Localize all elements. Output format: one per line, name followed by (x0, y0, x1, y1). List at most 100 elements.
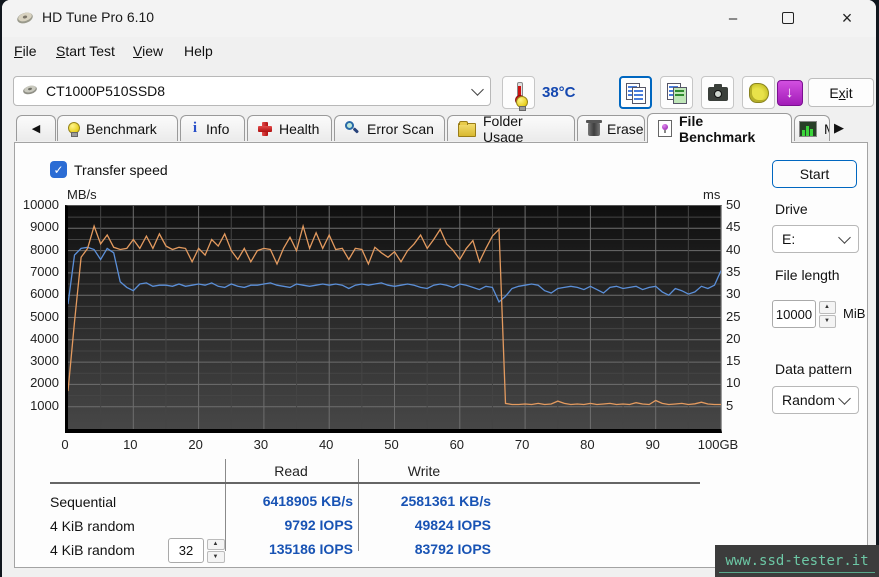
table-header-line (50, 482, 700, 484)
minimize-button[interactable]: – (710, 0, 756, 36)
bulb-icon (68, 122, 79, 136)
axis-tick-label: 40 (726, 242, 740, 257)
axis-tick-label: 30 (233, 437, 289, 452)
chart-canvas (68, 206, 721, 429)
axis-tick-label: 0 (37, 437, 93, 452)
axis-tick-label: 60 (429, 437, 485, 452)
start-button[interactable]: Start (772, 160, 857, 188)
stepper-down-button[interactable]: ▼ (207, 551, 225, 563)
trash-icon (588, 123, 600, 136)
axis-tick-label: 50 (726, 197, 740, 212)
axis-tick-label: 90 (625, 437, 681, 452)
tab-disk-monitor-partial[interactable]: M. (794, 115, 830, 141)
file-benchmark-panel: ✓ Transfer speed MB/s ms 100009000800070… (14, 142, 868, 568)
chevron-down-icon (838, 231, 851, 244)
download-arrow-icon: ↓ (777, 80, 803, 106)
scroll-left-icon: ◀ (32, 122, 40, 135)
axis-tick-label: 40 (298, 437, 354, 452)
drive-selector[interactable]: CT1000P510SSD8 (13, 76, 491, 106)
right-axis-title: ms (703, 187, 720, 202)
drive-selector-value: CT1000P510SSD8 (46, 83, 465, 99)
tab-info[interactable]: i Info (180, 115, 245, 141)
menu-file[interactable]: File (10, 41, 41, 61)
hand-button[interactable] (742, 76, 775, 109)
toolbar: CT1000P510SSD8 38°C ↓ Exit (2, 64, 876, 112)
screen: HD Tune Pro 6.10 – × File Start Test Vie… (0, 0, 879, 577)
temperature-button[interactable] (502, 76, 535, 109)
screenshot-button[interactable] (701, 76, 734, 109)
axis-tick-label: 5 (726, 398, 733, 413)
table-divider (225, 459, 226, 551)
random-read-value: 9792 IOPS (227, 517, 353, 533)
close-button[interactable]: × (824, 0, 870, 36)
stepper-up-button[interactable]: ▲ (819, 301, 836, 314)
axis-tick-label: 25 (726, 309, 740, 324)
axis-tick-label: 10000 (15, 197, 59, 212)
row-random-qd-label: 4 KiB random (50, 542, 135, 558)
exit-button[interactable]: Exit (808, 78, 874, 107)
axis-tick-label: 10 (726, 375, 740, 390)
chevron-down-icon (471, 83, 484, 96)
write-column-header: Write (360, 463, 488, 479)
menu-help[interactable]: Help (180, 41, 217, 61)
mini-chart-icon (799, 121, 817, 137)
folder-icon (458, 123, 476, 137)
window-title: HD Tune Pro 6.10 (42, 9, 154, 25)
maximize-button[interactable] (765, 0, 811, 36)
transfer-speed-label: Transfer speed (74, 162, 168, 178)
copy-image-button[interactable] (660, 76, 693, 109)
axis-tick-label: 45 (726, 219, 740, 234)
drive-dropdown[interactable]: E: (772, 225, 859, 253)
transfer-speed-checkbox[interactable]: ✓ (50, 161, 67, 178)
tab-health[interactable]: Health (247, 115, 332, 141)
tab-benchmark[interactable]: Benchmark (57, 115, 178, 141)
tab-file-benchmark[interactable]: File Benchmark (647, 113, 792, 143)
tab-scroll-left[interactable]: ◀ (16, 115, 56, 141)
axis-tick-label: 9000 (15, 219, 59, 234)
data-pattern-dropdown[interactable]: Random (772, 386, 859, 414)
axis-tick-label: 70 (494, 437, 550, 452)
axis-tick-label: 50 (364, 437, 420, 452)
axis-tick-label: 80 (559, 437, 615, 452)
row-sequential-label: Sequential (50, 494, 116, 510)
tab-bar: ◀ Benchmark i Info Health Error Scan Fol… (2, 112, 876, 143)
data-pattern-value: Random (782, 392, 840, 408)
copy-text-icon (626, 83, 646, 103)
sequential-read-value: 6418905 KB/s (227, 493, 353, 509)
stepper-down-button[interactable]: ▼ (819, 315, 836, 328)
menu-view[interactable]: View (129, 41, 167, 61)
stepper-up-button[interactable]: ▲ (207, 539, 225, 551)
random-qd-write-value: 83792 IOPS (360, 541, 491, 557)
axis-tick-label: 15 (726, 353, 740, 368)
copy-text-button[interactable] (619, 76, 652, 109)
tab-error-scan[interactable]: Error Scan (334, 115, 445, 141)
axis-tick-label: 30 (726, 286, 740, 301)
benchmark-chart (65, 205, 722, 433)
hdtune-app-icon (16, 10, 34, 26)
file-length-input[interactable]: 10000 (772, 300, 816, 328)
axis-tick-label: 4000 (15, 331, 59, 346)
table-divider (358, 459, 359, 551)
axis-tick-label: 2000 (15, 375, 59, 390)
row-random-label: 4 KiB random (50, 518, 135, 534)
watermark-text: www.ssd-tester.it (725, 553, 868, 569)
drive-label: Drive (775, 201, 808, 217)
tab-folder-usage[interactable]: Folder Usage (447, 115, 575, 141)
file-length-label: File length (775, 267, 840, 283)
tab-erase[interactable]: Erase (577, 115, 645, 141)
info-icon: i (191, 121, 199, 136)
axis-tick-label: 3000 (15, 353, 59, 368)
title-bar: HD Tune Pro 6.10 – × (2, 0, 876, 37)
file-length-unit: MiB (843, 306, 865, 321)
tab-scroll-right[interactable]: ▶ (834, 120, 844, 136)
axis-tick-label: 7000 (15, 264, 59, 279)
axis-tick-label: 20 (726, 331, 740, 346)
chevron-down-icon (838, 392, 851, 405)
data-pattern-label: Data pattern (775, 361, 852, 377)
menu-start-test[interactable]: Start Test (52, 41, 119, 61)
save-button[interactable]: ↓ (773, 76, 806, 109)
queue-depth-input[interactable]: 32 (168, 538, 204, 563)
temperature-value: 38°C (542, 84, 576, 101)
maximize-icon (782, 12, 794, 24)
axis-tick-label: 6000 (15, 286, 59, 301)
